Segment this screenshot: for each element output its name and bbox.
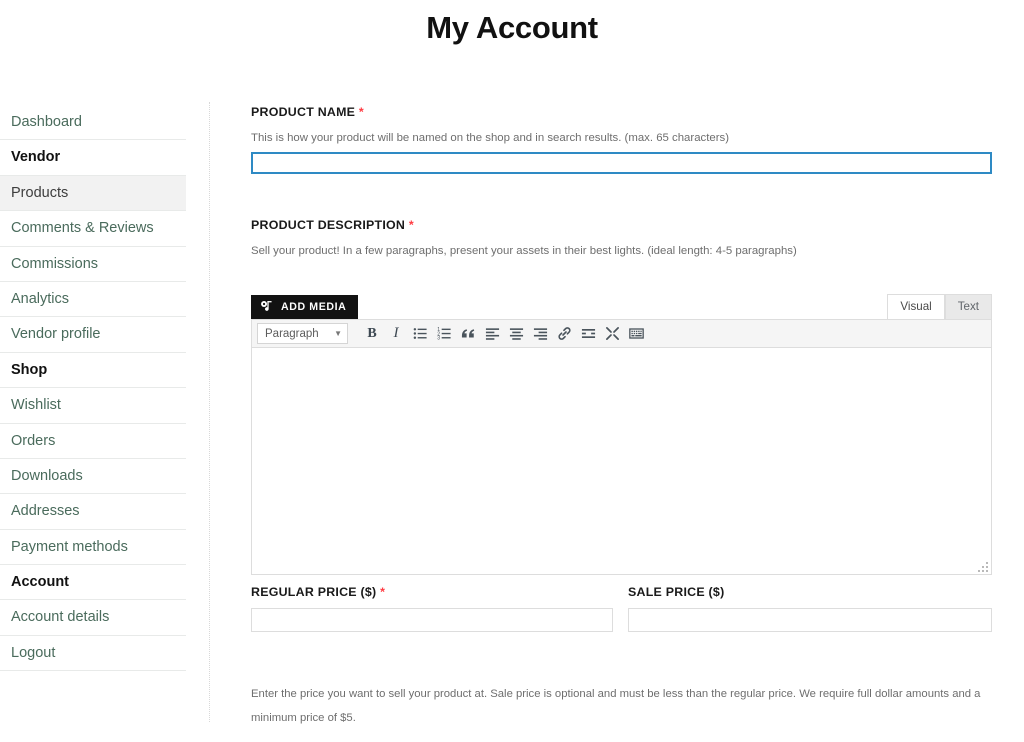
sidebar-content-divider <box>209 102 210 722</box>
format-select[interactable]: Paragraph ▼ <box>257 323 348 344</box>
numbered-list-icon[interactable]: 1 2 3 <box>433 323 455 345</box>
product-description-help: Sell your product! In a few paragraphs, … <box>251 245 797 257</box>
sidebar-item-addresses[interactable]: Addresses <box>0 494 186 530</box>
chevron-down-icon: ▼ <box>334 328 342 338</box>
sidebar-item-commissions[interactable]: Commissions <box>0 247 186 282</box>
resize-handle-icon[interactable] <box>977 560 989 572</box>
required-marker: * <box>358 105 364 119</box>
sale-price-label-text: SALE PRICE ($) <box>628 585 725 599</box>
link-icon[interactable] <box>553 323 575 345</box>
keyboard-shortcuts-icon[interactable] <box>625 323 647 345</box>
regular-price-label: REGULAR PRICE ($) * <box>251 585 613 599</box>
account-sidebar: Dashboard Vendor Products Comments & Review… <box>0 105 186 672</box>
sidebar-item-dashboard[interactable]: Dashboard <box>0 105 186 141</box>
align-right-icon[interactable] <box>529 323 551 345</box>
read-more-icon[interactable] <box>577 323 599 345</box>
regular-price-label-text: REGULAR PRICE ($) <box>251 585 377 599</box>
sidebar-item-account: Account <box>0 565 186 601</box>
bold-icon[interactable]: B <box>361 323 383 345</box>
sidebar-item-products[interactable]: Products <box>0 175 186 212</box>
sidebar-item-vendor-profile[interactable]: Vendor profile <box>0 317 186 353</box>
product-name-input[interactable] <box>251 152 992 175</box>
media-icon <box>260 300 274 314</box>
sale-price-input[interactable] <box>628 608 992 632</box>
svg-text:3: 3 <box>437 336 440 341</box>
format-select-value: Paragraph <box>265 327 319 340</box>
regular-price-input[interactable] <box>251 608 613 632</box>
add-media-label: ADD MEDIA <box>281 301 347 313</box>
bulleted-list-icon[interactable] <box>409 323 431 345</box>
align-left-icon[interactable] <box>481 323 503 345</box>
sidebar-item-orders[interactable]: Orders <box>0 424 186 459</box>
sale-price-label: SALE PRICE ($) <box>628 585 992 599</box>
editor-content-area[interactable] <box>252 348 991 574</box>
blockquote-icon[interactable] <box>457 323 479 345</box>
editor-frame: Paragraph ▼ B I 1 2 3 <box>251 319 992 575</box>
editor-tab-text[interactable]: Text <box>944 293 992 319</box>
required-marker: * <box>380 585 386 599</box>
product-name-field-group: PRODUCT NAME * This is how your product … <box>251 105 992 175</box>
required-marker: * <box>408 218 414 232</box>
regular-price-field-group: REGULAR PRICE ($) * <box>251 585 613 632</box>
sidebar-item-shop: Shop <box>0 353 186 389</box>
product-description-label: PRODUCT DESCRIPTION * <box>251 218 797 232</box>
sidebar-item-wishlist[interactable]: Wishlist <box>0 388 186 424</box>
editor-mode-tabs: Visual Text <box>887 293 992 319</box>
sidebar-item-vendor: Vendor <box>0 140 186 176</box>
editor-toolbar: Paragraph ▼ B I 1 2 3 <box>252 320 991 348</box>
product-description-field-group: PRODUCT DESCRIPTION * Sell your product!… <box>251 218 797 260</box>
toolbar-toggle-icon[interactable] <box>601 323 623 345</box>
sidebar-item-analytics[interactable]: Analytics <box>0 282 186 318</box>
product-name-label: PRODUCT NAME * <box>251 105 992 119</box>
add-media-button[interactable]: ADD MEDIA <box>251 295 359 319</box>
product-name-label-text: PRODUCT NAME <box>251 105 356 119</box>
product-description-label-text: PRODUCT DESCRIPTION <box>251 218 406 232</box>
sidebar-item-comments-reviews[interactable]: Comments & Reviews <box>0 211 186 247</box>
sidebar-item-account-details[interactable]: Account details <box>0 600 186 636</box>
editor-tab-visual[interactable]: Visual <box>887 293 945 319</box>
product-name-help: This is how your product will be named o… <box>251 132 730 144</box>
sidebar-item-payment-methods[interactable]: Payment methods <box>0 530 186 566</box>
sidebar-item-logout[interactable]: Logout <box>0 636 186 672</box>
price-help-note: Enter the price you want to sell your pr… <box>251 688 981 725</box>
page-root: My Account Dashboard Vendor Products Commen… <box>0 0 1024 742</box>
italic-icon[interactable]: I <box>385 323 407 345</box>
sale-price-field-group: SALE PRICE ($) <box>628 585 992 632</box>
description-editor: ADD MEDIA Visual Text Paragraph ▼ B I 1 … <box>251 293 992 575</box>
align-center-icon[interactable] <box>505 323 527 345</box>
page-title: My Account <box>426 10 598 45</box>
sidebar-item-downloads[interactable]: Downloads <box>0 459 186 495</box>
